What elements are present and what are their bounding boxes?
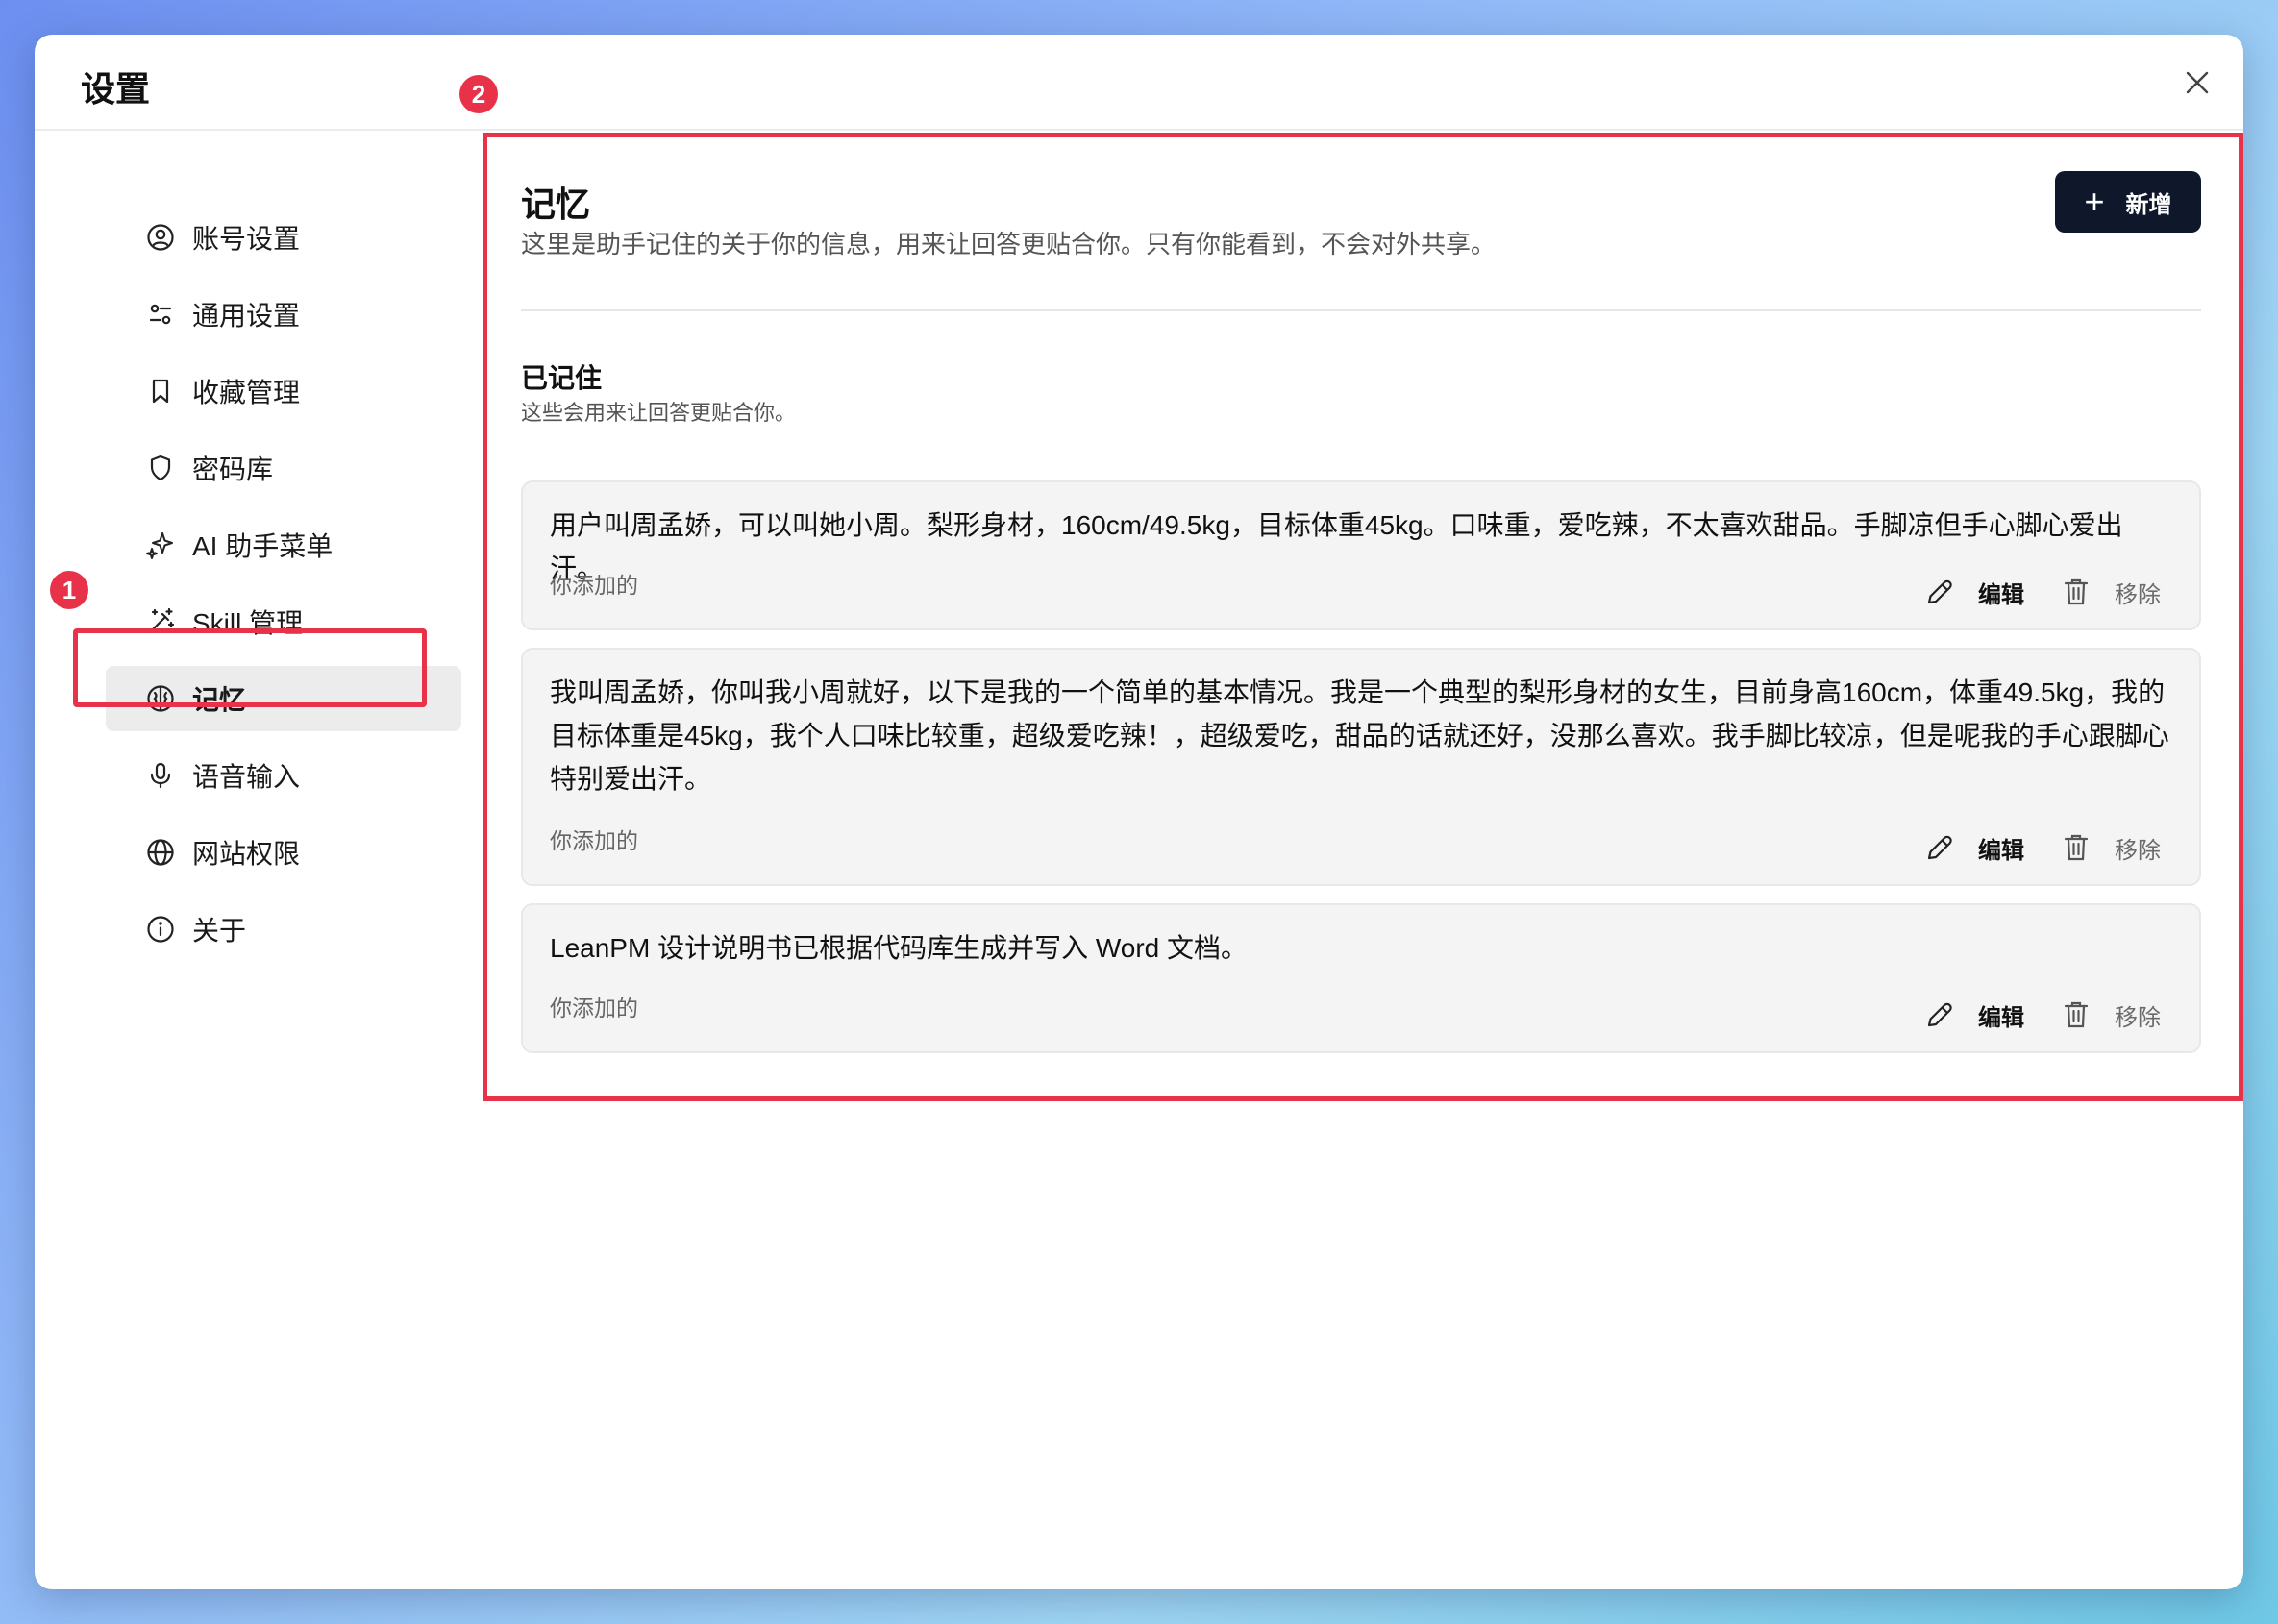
edit-label: 编辑 xyxy=(1978,1004,2024,1031)
settings-window: 设置 账号设置 通用设置 收藏管理 密码库 AI 助手菜单 Skill 管理 记… xyxy=(35,35,2243,1589)
annotation-badge-1: 1 xyxy=(50,571,88,609)
sliders-icon xyxy=(144,298,177,331)
trash-icon xyxy=(2059,997,2093,1032)
sidebar-item-password-vault[interactable]: 密码库 xyxy=(106,435,461,501)
sidebar-item-label: 密码库 xyxy=(192,455,274,484)
brain-icon xyxy=(144,682,177,715)
sidebar-item-site-permissions[interactable]: 网站权限 xyxy=(106,820,461,885)
sidebar: 账号设置 通用设置 收藏管理 密码库 AI 助手菜单 Skill 管理 记忆 语… xyxy=(35,131,486,1589)
memory-card: 我叫周孟娇，你叫我小周就好，以下是我的一个简单的基本情况。我是一个典型的梨形身材… xyxy=(521,648,2201,886)
sidebar-item-label: 记忆 xyxy=(192,685,247,715)
window-title: 设置 xyxy=(81,69,151,109)
memory-source: 你添加的 xyxy=(550,573,638,598)
plus-icon: + xyxy=(2084,182,2105,221)
edit-label: 编辑 xyxy=(1978,581,2024,608)
trash-icon xyxy=(2059,830,2093,865)
memory-card: 用户叫周孟娇，可以叫她小周。梨形身材，160cm/49.5kg，目标体重45kg… xyxy=(521,480,2201,630)
memory-actions: 编辑 移除 xyxy=(1888,575,2161,609)
close-icon xyxy=(2186,71,2209,94)
microphone-icon xyxy=(144,759,177,792)
sidebar-item-label: 通用设置 xyxy=(192,301,301,331)
sidebar-item-memory[interactable]: 记忆 xyxy=(106,666,461,731)
add-button-label: 新增 xyxy=(2125,191,2172,218)
close-button[interactable] xyxy=(2176,62,2218,104)
remove-label: 移除 xyxy=(2115,837,2161,864)
annotation-badge-2: 2 xyxy=(459,75,498,113)
sidebar-item-label: 语音输入 xyxy=(192,762,301,792)
sidebar-item-bookmarks[interactable]: 收藏管理 xyxy=(106,358,461,424)
edit-label: 编辑 xyxy=(1978,837,2024,864)
memory-panel: 记忆 这里是助手记住的关于你的信息，用来让回答更贴合你。只有你能看到，不会对外共… xyxy=(486,131,2243,1589)
page-title: 记忆 xyxy=(521,185,591,224)
info-icon xyxy=(144,913,177,946)
memory-text: 我叫周孟娇，你叫我小周就好，以下是我的一个简单的基本情况。我是一个典型的梨形身材… xyxy=(550,677,2169,794)
globe-icon xyxy=(144,836,177,869)
trash-icon xyxy=(2059,575,2093,609)
sidebar-item-general[interactable]: 通用设置 xyxy=(106,282,461,347)
edit-button[interactable]: 编辑 xyxy=(1922,997,2024,1032)
pencil-icon xyxy=(1922,575,1957,609)
sidebar-item-label: AI 助手菜单 xyxy=(192,531,334,561)
user-circle-icon xyxy=(144,221,177,254)
title-bar: 设置 xyxy=(35,35,2243,131)
remove-button[interactable]: 移除 xyxy=(2059,830,2161,865)
memory-source: 你添加的 xyxy=(550,828,638,853)
remove-button[interactable]: 移除 xyxy=(2059,997,2161,1032)
sidebar-item-voice-input[interactable]: 语音输入 xyxy=(106,743,461,808)
shield-icon xyxy=(144,452,177,484)
sidebar-item-label: Skill 管理 xyxy=(192,608,304,638)
memory-card: LeanPM 设计说明书已根据代码库生成并写入 Word 文档。 你添加的 编辑… xyxy=(521,903,2201,1053)
sidebar-item-about[interactable]: 关于 xyxy=(106,897,461,962)
sidebar-item-skill-management[interactable]: Skill 管理 xyxy=(106,589,461,654)
memory-actions: 编辑 移除 xyxy=(1888,997,2161,1032)
sidebar-item-label: 关于 xyxy=(192,916,247,946)
sidebar-item-label: 收藏管理 xyxy=(192,378,301,407)
section-description: 这些会用来让回答更贴合你。 xyxy=(521,401,797,425)
memory-actions: 编辑 移除 xyxy=(1888,830,2161,865)
pencil-icon xyxy=(1922,830,1957,865)
sidebar-item-ai-assistant-menu[interactable]: AI 助手菜单 xyxy=(106,512,461,578)
sidebar-item-label: 网站权限 xyxy=(192,839,301,869)
remove-label: 移除 xyxy=(2115,581,2161,608)
memory-text: LeanPM 设计说明书已根据代码库生成并写入 Word 文档。 xyxy=(550,933,1249,963)
remove-label: 移除 xyxy=(2115,1004,2161,1031)
page-description: 这里是助手记住的关于你的信息，用来让回答更贴合你。只有你能看到，不会对外共享。 xyxy=(521,230,1497,258)
memory-source: 你添加的 xyxy=(550,996,638,1021)
bookmark-icon xyxy=(144,375,177,407)
add-memory-button[interactable]: + 新增 xyxy=(2055,171,2201,233)
sparkles-icon xyxy=(144,529,177,561)
edit-button[interactable]: 编辑 xyxy=(1922,575,2024,609)
magic-wand-icon xyxy=(144,605,177,638)
edit-button[interactable]: 编辑 xyxy=(1922,830,2024,865)
divider xyxy=(521,309,2201,311)
sidebar-item-account[interactable]: 账号设置 xyxy=(106,205,461,270)
remove-button[interactable]: 移除 xyxy=(2059,575,2161,609)
section-title: 已记住 xyxy=(521,363,603,393)
sidebar-item-label: 账号设置 xyxy=(192,224,301,254)
pencil-icon xyxy=(1922,997,1957,1032)
